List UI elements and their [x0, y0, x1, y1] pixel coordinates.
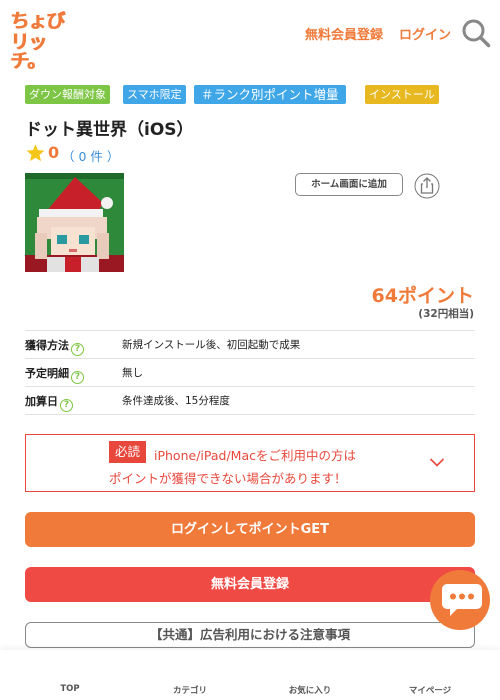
- nav-top[interactable]: TOP: [30, 650, 110, 700]
- help-icon[interactable]: ?: [71, 343, 84, 356]
- star-icon: [26, 144, 45, 162]
- help-icon[interactable]: ?: [60, 399, 73, 412]
- free-signup-button[interactable]: 無料会員登録: [25, 567, 475, 602]
- app-icon: [25, 173, 124, 272]
- ad-caution-button[interactable]: 【共通】広告利用における注意事項: [25, 622, 475, 648]
- info-key-label: 獲得方法: [25, 339, 69, 352]
- reward-points: 64ポイント: [371, 285, 474, 307]
- info-key: 加算日?: [25, 393, 73, 412]
- rating-score: 0: [48, 143, 60, 162]
- search-icon[interactable]: [461, 18, 491, 48]
- logo-line2: リッチ。: [10, 31, 47, 72]
- tag-rank-bonus[interactable]: ＃ランク別ポイント増量: [194, 85, 346, 104]
- info-row: 加算日? 条件達成後、15分程度: [25, 387, 475, 415]
- info-table: 獲得方法? 新規インストール後、初回起動で成果 予定明細? 無し 加算日? 条件…: [25, 330, 475, 415]
- chevron-down-icon[interactable]: [429, 456, 445, 468]
- share-icon[interactable]: [414, 173, 440, 199]
- info-row: 獲得方法? 新規インストール後、初回起動で成果: [25, 330, 475, 359]
- bottom-nav: TOP カテゴリ お気に入り マイページ: [0, 650, 500, 700]
- must-read-badge: 必読: [109, 441, 146, 463]
- info-value: 無し: [122, 367, 143, 379]
- notice-accordion[interactable]: 必読 iPhone/iPad/Macをご利用中の方は ポイントが獲得できない場合…: [25, 434, 475, 492]
- login-get-points-button[interactable]: ログインしてポイントGET: [25, 512, 475, 547]
- login-link[interactable]: ログイン: [399, 24, 451, 43]
- info-key-label: 予定明細: [25, 367, 69, 380]
- site-logo[interactable]: ちょび リッチ。: [10, 10, 72, 71]
- tag-install: インストール: [365, 85, 439, 104]
- help-icon[interactable]: ?: [71, 371, 84, 384]
- logo-line1: ちょび: [10, 10, 65, 32]
- nav-label: カテゴリ: [172, 686, 207, 696]
- add-to-home-button[interactable]: ホーム画面に追加: [295, 173, 403, 196]
- notice-text-line2: ポイントが獲得できない場合があります！: [109, 471, 347, 486]
- nav-category[interactable]: カテゴリ: [150, 650, 230, 700]
- tag-download-reward: ダウン報酬対象: [25, 85, 110, 104]
- reward-yen: (32円相当): [418, 308, 474, 320]
- info-value: 条件達成後、15分程度: [122, 395, 230, 407]
- info-value: 新規インストール後、初回起動で成果: [122, 339, 301, 351]
- nav-favorites[interactable]: お気に入り: [270, 650, 350, 700]
- rating: 0 （ 0 件 ）: [25, 143, 225, 165]
- app-title: ドット異世界（iOS）: [25, 120, 194, 140]
- info-key-label: 加算日: [25, 395, 58, 408]
- notice-text-line1: iPhone/iPad/Macをご利用中の方は: [154, 448, 356, 463]
- tag-list: ダウン報酬対象 スマホ限定 ＃ランク別ポイント増量 インストール: [25, 85, 485, 105]
- header: ちょび リッチ。 無料会員登録 ログイン: [0, 0, 500, 71]
- nav-label: マイページ: [408, 686, 452, 696]
- info-key: 予定明細?: [25, 365, 84, 384]
- nav-label: TOP: [60, 684, 80, 694]
- tag-smartphone-only: スマホ限定: [123, 85, 186, 104]
- signup-link[interactable]: 無料会員登録: [305, 24, 383, 43]
- nav-mypage[interactable]: マイページ: [390, 650, 470, 700]
- rating-count[interactable]: （ 0 件 ）: [62, 146, 119, 165]
- info-key: 獲得方法?: [25, 337, 84, 356]
- info-row: 予定明細? 無し: [25, 359, 475, 387]
- chat-icon[interactable]: [441, 583, 483, 617]
- nav-label: お気に入り: [288, 686, 332, 696]
